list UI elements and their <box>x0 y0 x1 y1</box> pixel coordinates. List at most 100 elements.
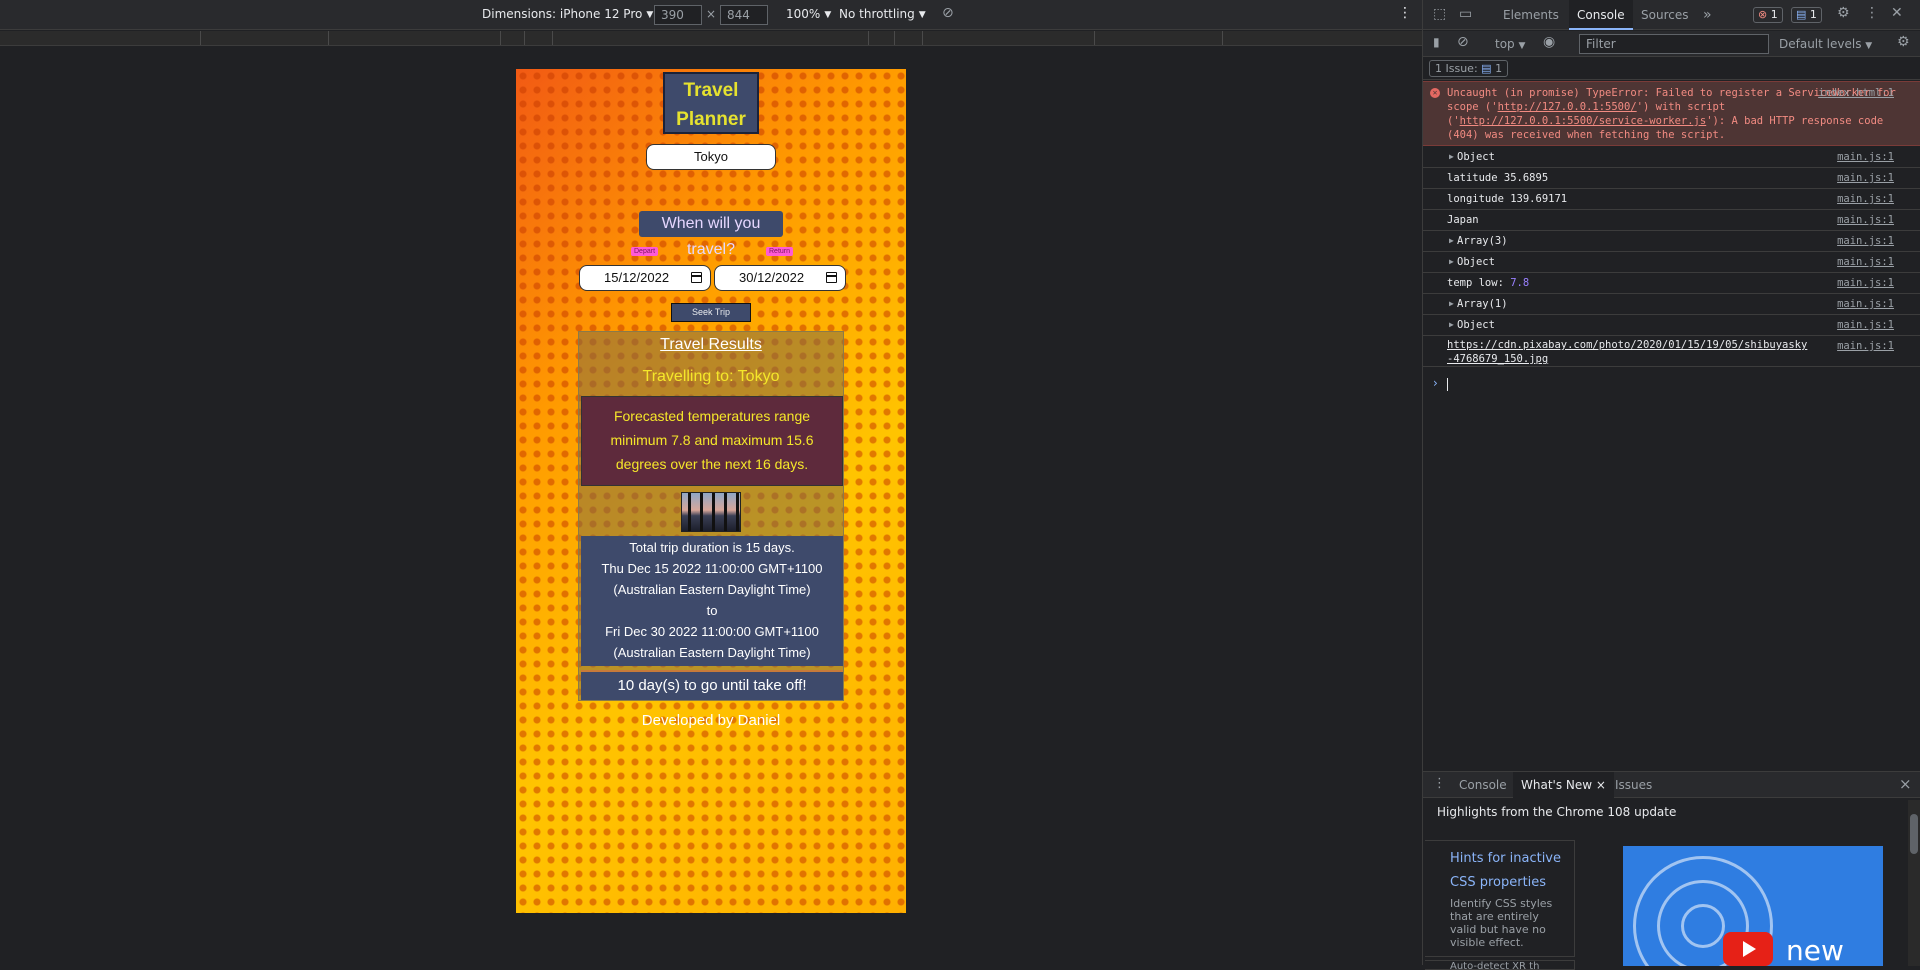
settings-gear-icon[interactable]: ⚙ <box>1837 5 1850 21</box>
results-heading: Travel Results <box>660 336 762 353</box>
log-text: temp low: <box>1447 277 1504 289</box>
device-select[interactable]: Dimensions: iPhone 12 Pro ▼ <box>482 7 653 21</box>
error-count-badge[interactable]: ⊗ 1 <box>1753 7 1783 23</box>
clear-console-icon[interactable]: ⊘ <box>1457 34 1469 50</box>
close-drawer-icon[interactable]: × <box>1899 775 1912 793</box>
log-source-link[interactable]: main.js:1 <box>1837 231 1894 251</box>
drawer-tab-issues[interactable]: Issues <box>1607 772 1660 798</box>
device-toolbar: Dimensions: iPhone 12 Pro ▼ 390 × 844 100… <box>0 0 1422 30</box>
url-line1: https://cdn.pixabay.com/photo/2020/01/15… <box>1447 339 1808 351</box>
context-select[interactable]: top ▼ <box>1495 37 1525 51</box>
error-icon: ⊗ <box>1758 8 1768 21</box>
log-source-link[interactable]: main.js:1 <box>1837 168 1894 188</box>
chevron-down-icon: ▼ <box>1518 41 1526 51</box>
customize-menu-icon[interactable]: ⋮ <box>1865 5 1879 21</box>
countdown-text: 10 day(s) to go until take off! <box>581 670 843 700</box>
whats-new-video-thumbnail[interactable]: new <box>1623 846 1883 966</box>
start-date-text: Thu Dec 15 2022 11:00:00 GMT+1100 (Austr… <box>601 561 823 597</box>
media-query-bar[interactable] <box>0 31 1422 46</box>
calendar-icon[interactable] <box>691 272 702 283</box>
log-source-link[interactable]: main.js:1 <box>1837 147 1894 167</box>
console-settings-gear-icon[interactable]: ⚙ <box>1897 34 1910 50</box>
expand-triangle-icon[interactable]: ▶ <box>1449 315 1454 335</box>
devtools-tab-bar: ⬚ ▭ Elements Console Sources » ⊗ 1 ▤ 1 ⚙… <box>1423 0 1920 30</box>
emulated-phone-viewport: Travel Planner Tokyo When will you trave… <box>516 69 906 913</box>
expand-triangle-icon[interactable]: ▶ <box>1449 252 1454 272</box>
error-script-link[interactable]: http://127.0.0.1:5500/service-worker.js <box>1460 115 1707 127</box>
travel-results-panel: Travel Results Travelling to: Tokyo Fore… <box>578 331 844 701</box>
seek-trip-button[interactable]: Seek Trip <box>671 303 751 322</box>
whats-new-next-card[interactable]: Auto-detect XR th <box>1425 960 1575 970</box>
calendar-icon[interactable] <box>826 272 837 283</box>
image-url-link[interactable]: https://cdn.pixabay.com/photo/2020/01/15… <box>1447 339 1807 365</box>
message-count: 1 <box>1809 8 1817 21</box>
error-scope-link[interactable]: http://127.0.0.1:5500/ <box>1498 101 1637 113</box>
duration-line: Total trip duration is 15 days. <box>629 540 795 555</box>
live-expression-eye-icon[interactable]: ◉ <box>1543 34 1555 50</box>
log-text: Object <box>1457 256 1495 268</box>
inspect-element-icon[interactable]: ⬚ <box>1433 6 1446 22</box>
device-toggle-icon[interactable]: ▭ <box>1459 6 1472 22</box>
console-log-row[interactable]: ▶ Array(1) main.js:1 <box>1423 294 1920 315</box>
throttling-select[interactable]: No throttling ▼ <box>839 7 926 21</box>
drawer-tab-console[interactable]: Console <box>1451 772 1515 798</box>
dimension-times: × <box>706 7 717 21</box>
width-input[interactable]: 390 <box>654 5 702 25</box>
expand-triangle-icon[interactable]: ▶ <box>1449 147 1454 167</box>
tab-sources[interactable]: Sources <box>1633 0 1696 30</box>
app-title: Travel Planner <box>663 72 759 134</box>
drawer-menu-icon[interactable]: ⋮ <box>1433 776 1446 791</box>
zoom-select[interactable]: 100% ▼ <box>786 7 831 21</box>
log-source-link[interactable]: main.js:1 <box>1837 336 1894 356</box>
console-log-row-url: https://cdn.pixabay.com/photo/2020/01/15… <box>1423 336 1920 367</box>
youtube-play-icon[interactable] <box>1723 932 1773 966</box>
destination-text: Travelling to: Tokyo <box>642 368 780 385</box>
message-count-badge[interactable]: ▤ 1 <box>1791 7 1822 23</box>
drawer-tab-whats-new-label: What's New <box>1521 778 1593 792</box>
card-description: Identify CSS styles that are entirely va… <box>1450 897 1553 949</box>
log-levels-label: Default levels <box>1779 37 1862 51</box>
issues-button[interactable]: 1 Issue: ▤ 1 <box>1429 60 1509 77</box>
return-date-input[interactable]: 30/12/2022 <box>714 265 846 291</box>
console-filter-input[interactable]: Filter <box>1579 34 1769 54</box>
log-levels-select[interactable]: Default levels ▼ <box>1779 37 1872 51</box>
card-link-line1[interactable]: Hints for inactive <box>1450 847 1564 871</box>
log-source-link[interactable]: main.js:1 <box>1837 315 1894 335</box>
console-log-row[interactable]: ▶ Object main.js:1 <box>1423 252 1920 273</box>
console-log-row[interactable]: ▶ Object main.js:1 <box>1423 315 1920 336</box>
log-source-link[interactable]: main.js:1 <box>1837 294 1894 314</box>
close-devtools-icon[interactable]: ✕ <box>1891 5 1903 21</box>
expand-triangle-icon[interactable]: ▶ <box>1449 294 1454 314</box>
log-text: Array(1) <box>1457 298 1508 310</box>
more-options-icon[interactable]: ⋮ <box>1398 5 1412 21</box>
drawer-scrollbar[interactable] <box>1908 800 1920 966</box>
expand-triangle-icon[interactable]: ▶ <box>1449 231 1454 251</box>
sidebar-toggle-icon[interactable]: ▮ <box>1433 35 1440 49</box>
context-label: top <box>1495 37 1515 51</box>
console-log-row[interactable]: ▶ Array(3) main.js:1 <box>1423 231 1920 252</box>
console-toolbar: ▮ ⊘ top ▼ ◉ Filter Default levels ▼ ⚙ <box>1423 31 1920 57</box>
tab-console[interactable]: Console <box>1569 0 1633 30</box>
chevron-down-icon: ▼ <box>918 10 926 20</box>
log-source-link[interactable]: main.js:1 <box>1837 273 1894 293</box>
console-log-row[interactable]: ▶ Object main.js:1 <box>1423 147 1920 168</box>
log-source-link[interactable]: main.js:1 <box>1837 189 1894 209</box>
card-link-line2[interactable]: CSS properties <box>1450 871 1564 895</box>
whats-new-card[interactable]: Hints for inactive CSS properties Identi… <box>1425 840 1575 957</box>
depart-date-input[interactable]: 15/12/2022 <box>579 265 711 291</box>
drawer-tab-whats-new[interactable]: What's New × <box>1513 772 1614 798</box>
tab-elements[interactable]: Elements <box>1495 0 1567 30</box>
more-tabs-icon[interactable]: » <box>1695 0 1720 30</box>
depart-label: Depart <box>631 247 659 256</box>
rotate-icon[interactable]: ⊘ <box>942 5 954 21</box>
console-log-row: longitude 139.69171 main.js:1 <box>1423 189 1920 210</box>
close-tab-icon[interactable]: × <box>1596 778 1606 792</box>
log-source-link[interactable]: main.js:1 <box>1837 252 1894 272</box>
error-source-link[interactable]: index.html:1 <box>1818 86 1894 100</box>
height-input[interactable]: 844 <box>720 5 768 25</box>
chevron-down-icon: ▼ <box>646 10 654 20</box>
log-number: 7.8 <box>1510 277 1530 289</box>
console-input-cursor[interactable] <box>1447 378 1448 391</box>
log-source-link[interactable]: main.js:1 <box>1837 210 1894 230</box>
city-input[interactable]: Tokyo <box>646 144 776 170</box>
